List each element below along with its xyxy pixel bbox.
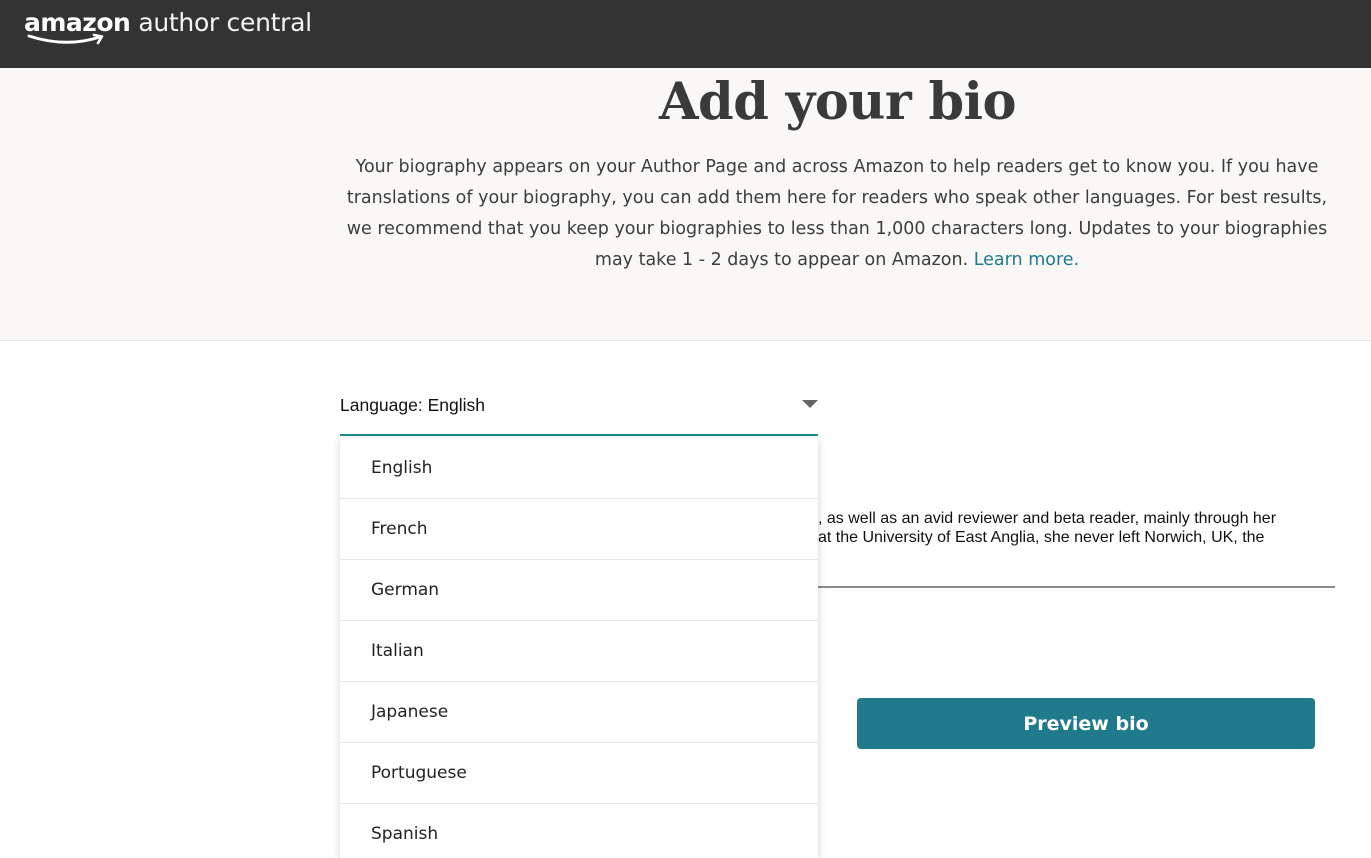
top-navigation-bar: amazon author central — [0, 0, 1371, 68]
amazon-author-central-logo[interactable]: amazon author central — [24, 6, 312, 50]
language-option-german[interactable]: German — [340, 560, 818, 621]
bio-intro-section: Add your bio Your biography appears on y… — [0, 68, 1371, 341]
language-dropdown-menu: English French German Italian Japanese P… — [340, 438, 818, 858]
bio-description-text: Your biography appears on your Author Pa… — [346, 157, 1328, 270]
bio-description: Your biography appears on your Author Pa… — [345, 152, 1329, 276]
language-option-english[interactable]: English — [340, 438, 818, 499]
chevron-down-icon — [802, 400, 818, 408]
language-option-french[interactable]: French — [340, 499, 818, 560]
bio-text-line: , as well as an avid reviewer and beta r… — [818, 510, 1277, 527]
language-option-japanese[interactable]: Japanese — [340, 682, 818, 743]
page-title: Add your bio — [658, 72, 1017, 132]
language-option-spanish[interactable]: Spanish — [340, 804, 818, 858]
bio-text-field[interactable]: , as well as an avid reviewer and beta r… — [818, 509, 1333, 547]
amazon-smile-icon — [27, 33, 104, 45]
bio-text-line: at the University of East Anglia, she ne… — [818, 529, 1265, 546]
logo-brand-wrap: amazon — [24, 6, 131, 45]
learn-more-link[interactable]: Learn more. — [974, 250, 1079, 270]
logo-product-text: author central — [138, 8, 312, 37]
language-select-label: Language: English — [340, 395, 485, 415]
language-option-portuguese[interactable]: Portuguese — [340, 743, 818, 804]
preview-bio-button[interactable]: Preview bio — [857, 698, 1315, 749]
language-select[interactable]: Language: English — [340, 378, 818, 436]
bio-field-underline — [818, 586, 1335, 588]
language-option-italian[interactable]: Italian — [340, 621, 818, 682]
